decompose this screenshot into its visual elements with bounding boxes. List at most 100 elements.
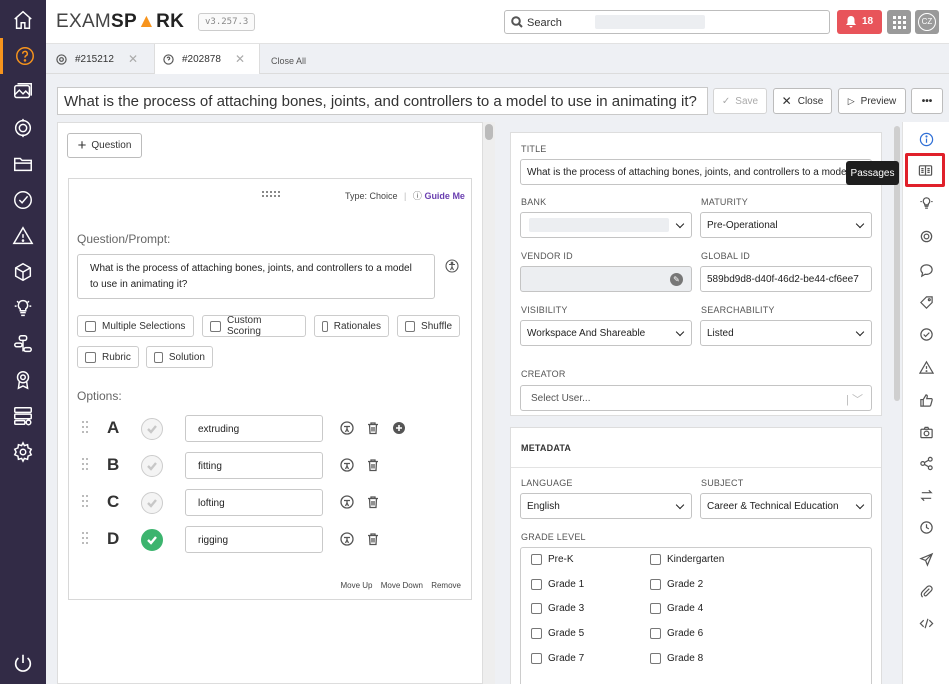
edit-icon[interactable]: ✎	[670, 273, 683, 286]
add-option-icon[interactable]	[392, 421, 406, 435]
power-icon[interactable]	[12, 652, 34, 674]
move-up-button[interactable]: Move Up	[340, 581, 372, 590]
trash-icon[interactable]	[366, 458, 380, 472]
lightbulb-icon[interactable]	[903, 186, 949, 218]
option-input[interactable]: extruding	[185, 415, 323, 442]
home-icon[interactable]	[0, 2, 46, 38]
camera-icon[interactable]	[903, 416, 949, 448]
mark-correct-button[interactable]	[141, 492, 163, 514]
send-icon[interactable]	[903, 543, 949, 575]
mark-correct-button[interactable]	[141, 418, 163, 440]
close-button[interactable]: ✕ Close	[773, 88, 832, 114]
accessibility-icon[interactable]	[340, 532, 354, 546]
accessibility-icon[interactable]	[340, 458, 354, 472]
avatar[interactable]: CZ	[915, 10, 939, 34]
check-circle-icon[interactable]	[903, 318, 949, 350]
warning-icon[interactable]	[903, 351, 949, 383]
option-input[interactable]: fitting	[185, 452, 323, 479]
solution-checkbox[interactable]: Solution	[146, 346, 213, 368]
more-button[interactable]: •••	[911, 88, 943, 114]
grade-checkbox-2[interactable]: Grade 2	[650, 579, 703, 590]
question-title-input[interactable]: What is the process of attaching bones, …	[57, 87, 708, 115]
comment-icon[interactable]	[903, 254, 949, 286]
option-input[interactable]: rigging	[185, 526, 323, 553]
maturity-select[interactable]: Pre-Operational	[700, 212, 872, 238]
close-all-button[interactable]: Close All	[271, 56, 306, 66]
questions-icon[interactable]	[0, 38, 46, 74]
searchability-select[interactable]: Listed	[700, 320, 872, 346]
save-button[interactable]: ✓ Save	[713, 88, 767, 114]
check-circle-icon[interactable]	[0, 182, 46, 218]
tab-202878[interactable]: #202878 ✕	[154, 44, 260, 74]
remove-button[interactable]: Remove	[431, 581, 461, 590]
passages-icon[interactable]	[905, 153, 945, 187]
custom-scoring-checkbox[interactable]: Custom Scoring	[202, 315, 306, 337]
paperclip-icon[interactable]	[903, 575, 949, 607]
prompt-input[interactable]: What is the process of attaching bones, …	[77, 254, 435, 299]
left-scrollbar[interactable]	[483, 122, 495, 684]
apps-grid-icon[interactable]	[887, 10, 911, 34]
vendor-id-input[interactable]: ✎	[520, 266, 692, 292]
subject-select[interactable]: Career & Technical Education	[700, 493, 872, 519]
close-tab-icon[interactable]: ✕	[128, 52, 138, 66]
accessibility-icon[interactable]	[340, 495, 354, 509]
option-input[interactable]: lofting	[185, 489, 323, 516]
target-icon[interactable]	[0, 110, 46, 146]
creator-select[interactable]: Select User... | ﹀	[520, 385, 872, 411]
title-input[interactable]: What is the process of attaching bones, …	[520, 159, 872, 185]
bank-select[interactable]	[520, 212, 692, 238]
grade-checkbox-8[interactable]: Grade 8	[650, 653, 703, 664]
trash-icon[interactable]	[366, 495, 380, 509]
target-icon[interactable]	[903, 220, 949, 252]
folder-icon[interactable]	[0, 146, 46, 182]
grade-checkbox-4[interactable]: Grade 4	[650, 603, 703, 614]
drag-handle-icon[interactable]	[82, 495, 90, 511]
global-id-input[interactable]: 589bd9d8-d40f-46d2-be44-cf6ee7	[700, 266, 872, 292]
close-tab-icon[interactable]: ✕	[235, 52, 245, 66]
share-icon[interactable]	[903, 447, 949, 479]
grade-checkbox-kindergarten[interactable]: Kindergarten	[650, 554, 724, 565]
shuffle-checkbox[interactable]: Shuffle	[397, 315, 460, 337]
thumbs-up-icon[interactable]	[903, 384, 949, 416]
drag-handle-icon[interactable]	[82, 421, 90, 437]
multiple-selections-checkbox[interactable]: Multiple Selections	[77, 315, 194, 337]
drag-handle-icon[interactable]	[82, 532, 90, 548]
drag-handle-icon[interactable]	[262, 191, 282, 199]
rubric-checkbox[interactable]: Rubric	[77, 346, 139, 368]
award-icon[interactable]	[0, 362, 46, 398]
accessibility-icon[interactable]	[340, 421, 354, 435]
grade-checkbox-pre-k[interactable]: Pre-K	[531, 554, 574, 565]
warning-icon[interactable]	[0, 218, 46, 254]
grade-checkbox-6[interactable]: Grade 6	[650, 628, 703, 639]
grade-checkbox-5[interactable]: Grade 5	[531, 628, 584, 639]
tab-215212[interactable]: #215212 ✕	[54, 44, 154, 74]
gear-icon[interactable]	[0, 434, 46, 470]
guide-me-link[interactable]: Guide Me	[424, 191, 465, 201]
cube-icon[interactable]	[0, 254, 46, 290]
drag-handle-icon[interactable]	[82, 458, 90, 474]
notifications-button[interactable]: 18	[837, 10, 882, 34]
lightbulb-icon[interactable]	[0, 290, 46, 326]
rationales-checkbox[interactable]: Rationales	[314, 315, 389, 337]
language-select[interactable]: English	[520, 493, 692, 519]
add-question-button[interactable]: + Question	[67, 133, 142, 158]
preview-button[interactable]: ▷ Preview	[838, 88, 906, 114]
hierarchy-icon[interactable]	[0, 326, 46, 362]
code-icon[interactable]	[903, 607, 949, 639]
examspark-logo[interactable]: EXAMSP▲RK	[56, 11, 184, 33]
trash-icon[interactable]	[366, 532, 380, 546]
grade-checkbox-1[interactable]: Grade 1	[531, 579, 584, 590]
swap-icon[interactable]	[903, 479, 949, 511]
grade-checkbox-7[interactable]: Grade 7	[531, 653, 584, 664]
trash-icon[interactable]	[366, 421, 380, 435]
accessibility-icon[interactable]	[445, 259, 459, 273]
grade-checkbox-3[interactable]: Grade 3	[531, 603, 584, 614]
move-down-button[interactable]: Move Down	[381, 581, 423, 590]
correct-answer-indicator[interactable]	[141, 529, 163, 551]
search-input[interactable]: Search	[504, 10, 830, 34]
mark-correct-button[interactable]	[141, 455, 163, 477]
clock-icon[interactable]	[903, 511, 949, 543]
info-icon[interactable]	[903, 123, 949, 155]
gallery-icon[interactable]	[0, 74, 46, 110]
server-settings-icon[interactable]	[0, 398, 46, 434]
